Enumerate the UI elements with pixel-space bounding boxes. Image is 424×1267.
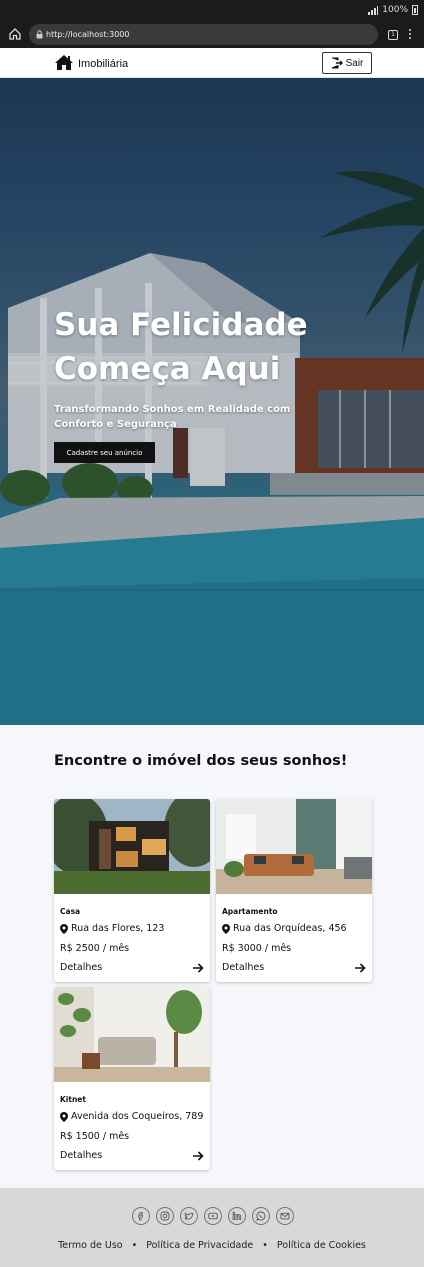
site-footer: Termo de Uso • Política de Privacidade •… — [0, 1188, 424, 1267]
hero-title: Sua Felicidade Começa Aqui — [54, 307, 308, 387]
map-pin-icon — [60, 923, 68, 934]
logout-icon — [331, 57, 343, 69]
property-type: Casa — [60, 907, 81, 916]
footer-links: Termo de Uso • Política de Privacidade •… — [0, 1240, 424, 1251]
property-price: R$ 2500 / mês — [60, 943, 130, 954]
property-address: Rua das Orquídeas, 456 — [222, 923, 347, 934]
facebook-icon[interactable] — [132, 1207, 150, 1225]
site-header: Imobiliária Sair — [0, 48, 424, 78]
system-status-bar: 100% — [0, 0, 424, 22]
arrow-right-icon — [193, 962, 204, 973]
property-price: R$ 3000 / mês — [222, 943, 292, 954]
property-address: Rua das Flores, 123 — [60, 923, 164, 934]
twitter-icon[interactable] — [180, 1207, 198, 1225]
map-pin-icon — [222, 923, 230, 934]
section-title: Encontre o imóvel dos seus sonhos! — [54, 753, 348, 769]
hero-section: Sua Felicidade Começa Aqui Transformando… — [0, 78, 424, 725]
battery-percent: 100% — [382, 5, 408, 15]
register-listing-button[interactable]: Cadastre seu anúncio — [54, 442, 155, 463]
details-label: Detalhes — [222, 962, 265, 973]
tab-switcher-button[interactable]: 1 — [388, 30, 398, 40]
property-card[interactable]: Kitnet Avenida dos Coqueiros, 789 R$ 150… — [54, 987, 210, 1170]
property-photo — [216, 799, 372, 894]
logout-label: Sair — [345, 57, 364, 69]
property-type: Kitnet — [60, 1095, 86, 1104]
house-icon — [55, 55, 73, 70]
youtube-icon[interactable] — [204, 1207, 222, 1225]
property-address: Avenida dos Coqueiros, 789 — [60, 1111, 203, 1122]
hero-subtitle: Transformando Sonhos em Realidade com Co… — [54, 404, 291, 430]
brand-name: Imobiliária — [78, 58, 129, 70]
url-bar[interactable]: http://localhost:3000 — [29, 24, 378, 45]
details-label: Detalhes — [60, 1150, 103, 1161]
logout-button[interactable]: Sair — [322, 52, 372, 74]
address-text: Rua das Flores, 123 — [71, 923, 165, 934]
brand-logo[interactable]: Imobiliária — [54, 54, 128, 71]
signal-icon — [368, 5, 379, 15]
email-icon[interactable] — [276, 1207, 294, 1225]
privacy-policy-link[interactable]: Política de Privacidade — [146, 1240, 253, 1251]
details-link[interactable]: Detalhes — [222, 962, 366, 973]
browser-toolbar: http://localhost:3000 1 — [0, 22, 424, 48]
address-text: Rua das Orquídeas, 456 — [233, 923, 347, 934]
arrow-right-icon — [193, 1150, 204, 1161]
address-text: Avenida dos Coqueiros, 789 — [71, 1111, 204, 1122]
social-links — [132, 1207, 294, 1225]
map-pin-icon — [60, 1111, 68, 1122]
property-type: Apartamento — [222, 907, 278, 916]
terms-link[interactable]: Termo de Uso — [58, 1240, 122, 1251]
listings-section: Encontre o imóvel dos seus sonhos! Casa … — [0, 725, 424, 1188]
browser-menu-icon[interactable] — [407, 28, 413, 42]
property-card[interactable]: Casa Rua das Flores, 123 R$ 2500 / mês D… — [54, 799, 210, 982]
details-label: Detalhes — [60, 962, 103, 973]
arrow-right-icon — [355, 962, 366, 973]
cookie-policy-link[interactable]: Política de Cookies — [277, 1240, 366, 1251]
battery-icon — [412, 5, 418, 15]
property-price: R$ 1500 / mês — [60, 1131, 130, 1142]
link-separator: • — [262, 1240, 268, 1251]
lock-icon — [36, 30, 43, 39]
instagram-icon[interactable] — [156, 1207, 174, 1225]
property-card[interactable]: Apartamento Rua das Orquídeas, 456 R$ 30… — [216, 799, 372, 982]
whatsapp-icon[interactable] — [252, 1207, 270, 1225]
details-link[interactable]: Detalhes — [60, 962, 204, 973]
link-separator: • — [131, 1240, 138, 1251]
details-link[interactable]: Detalhes — [60, 1150, 204, 1161]
home-icon[interactable] — [8, 27, 22, 41]
property-photo — [54, 799, 210, 894]
property-photo — [54, 987, 210, 1082]
linkedin-icon[interactable] — [228, 1207, 246, 1225]
